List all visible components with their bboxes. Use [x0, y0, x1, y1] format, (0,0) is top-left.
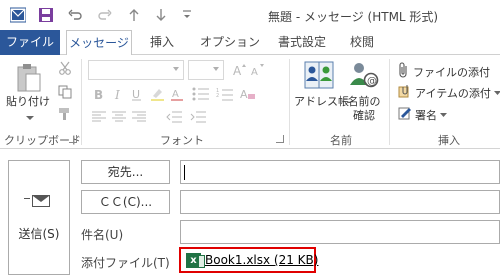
italic-icon[interactable]: I [112, 87, 126, 104]
save-icon[interactable] [38, 7, 54, 23]
ribbon: 貼り付け クリップボード A A 12 A B I U A フォント アドレス帳… [0, 55, 500, 149]
cc-button[interactable]: ＣＣ(C)... [81, 190, 170, 214]
attachment-item[interactable]: x Book1.xlsx (21 KB) [179, 247, 318, 273]
attach-file-label: ファイルの添付 [413, 65, 490, 79]
align-right-icon[interactable] [132, 111, 146, 126]
attach-item-icon [398, 84, 412, 101]
outlook-app-icon [10, 7, 26, 23]
align-left-icon[interactable] [92, 111, 106, 126]
tab-options[interactable]: オプション [196, 30, 264, 55]
font-size-dropdown[interactable] [188, 60, 224, 80]
svg-text:A: A [233, 64, 242, 77]
clear-format-icon[interactable]: A [240, 87, 256, 104]
address-book-label[interactable]: アドレス帳 [294, 95, 349, 109]
tab-file[interactable]: ファイル [0, 30, 60, 55]
address-book-icon[interactable] [304, 61, 334, 92]
bullets-icon[interactable] [192, 87, 210, 104]
align-center-icon[interactable] [112, 111, 126, 126]
title-bar: 無題 - メッセージ (HTML 形式) [0, 0, 500, 30]
font-launcher-icon[interactable] [276, 135, 284, 143]
underline-icon[interactable]: U [130, 87, 144, 104]
chevron-down-icon [440, 108, 447, 121]
paste-label[interactable]: 貼り付け [6, 95, 50, 109]
svg-text:A: A [172, 89, 179, 100]
arrow-up-icon[interactable] [128, 7, 140, 23]
to-button[interactable]: 宛先... [81, 160, 170, 184]
svg-text:A: A [240, 88, 248, 101]
svg-text:@: @ [367, 76, 377, 87]
font-group-label: フォント [160, 134, 204, 147]
check-names-label-line1[interactable]: 名前の [347, 95, 381, 109]
svg-text:U: U [132, 88, 140, 101]
paperclip-icon [398, 62, 410, 81]
increase-indent-icon[interactable] [190, 111, 206, 126]
attach-file-button[interactable]: ファイルの添付 [398, 62, 490, 81]
grow-font-icon[interactable]: A [232, 63, 246, 80]
svg-text:A: A [251, 67, 258, 77]
send-motion-icon [24, 198, 30, 199]
font-color-icon[interactable]: A [170, 87, 186, 104]
text-caret [184, 165, 185, 180]
check-names-label-line2[interactable]: 確認 [347, 109, 381, 123]
shrink-font-icon[interactable]: A [250, 63, 264, 80]
cut-icon[interactable] [58, 61, 72, 78]
paste-dropdown-icon[interactable] [26, 111, 34, 124]
arrow-down-icon[interactable] [155, 7, 167, 23]
svg-text:B: B [94, 88, 103, 101]
signature-button[interactable]: 署名 [398, 106, 447, 123]
signature-label: 署名 [415, 108, 437, 122]
numbering-icon[interactable]: 12 [216, 87, 234, 104]
highlight-icon[interactable] [150, 87, 166, 104]
tab-review[interactable]: 校閲 [340, 30, 384, 55]
decrease-indent-icon[interactable] [166, 111, 182, 126]
svg-text:I: I [114, 88, 120, 101]
attach-item-button[interactable]: アイテムの添付 [398, 84, 500, 101]
excel-file-icon: x [186, 253, 205, 268]
chevron-down-icon [493, 86, 500, 99]
tab-format-text[interactable]: 書式設定 [272, 30, 332, 55]
bold-icon[interactable]: B [92, 87, 106, 104]
check-names-icon[interactable]: @ [349, 61, 379, 92]
clipboard-launcher-icon[interactable] [69, 135, 77, 143]
insert-group-label: 挿入 [438, 134, 460, 147]
attach-item-label: アイテムの添付 [415, 86, 491, 100]
customize-qat-icon[interactable] [182, 7, 192, 23]
group-separator [81, 59, 82, 145]
names-group-label: 名前 [330, 134, 352, 147]
to-field[interactable] [180, 160, 500, 184]
compose-header: 送信(S) 宛先... ＣＣ(C)... 件名(U) 添付ファイル(T) x B… [0, 150, 500, 280]
attachment-filename[interactable]: Book1.xlsx (21 KB) [205, 253, 318, 267]
group-separator [389, 59, 390, 145]
font-family-dropdown[interactable] [88, 60, 184, 80]
cc-field[interactable] [180, 190, 500, 214]
tab-message[interactable]: メッセージ [66, 30, 132, 56]
subject-label: 件名(U) [81, 228, 124, 242]
window-title: 無題 - メッセージ (HTML 形式) [268, 10, 439, 24]
group-separator [289, 59, 290, 145]
send-envelope-icon [32, 195, 50, 207]
copy-icon[interactable] [58, 85, 72, 102]
send-button[interactable]: 送信(S) [8, 160, 70, 275]
ribbon-tabs: ファイル メッセージ 挿入 オプション 書式設定 校閲 [0, 30, 500, 56]
redo-icon[interactable] [98, 7, 112, 23]
attachment-label: 添付ファイル(T) [81, 256, 170, 270]
send-label: 送信(S) [18, 227, 60, 241]
format-painter-icon[interactable] [58, 107, 72, 124]
paste-icon[interactable] [16, 63, 42, 96]
tab-insert[interactable]: 挿入 [140, 30, 184, 55]
undo-icon[interactable] [68, 7, 82, 23]
subject-field[interactable] [180, 220, 500, 244]
svg-text:2: 2 [216, 93, 219, 99]
signature-icon [398, 106, 412, 123]
